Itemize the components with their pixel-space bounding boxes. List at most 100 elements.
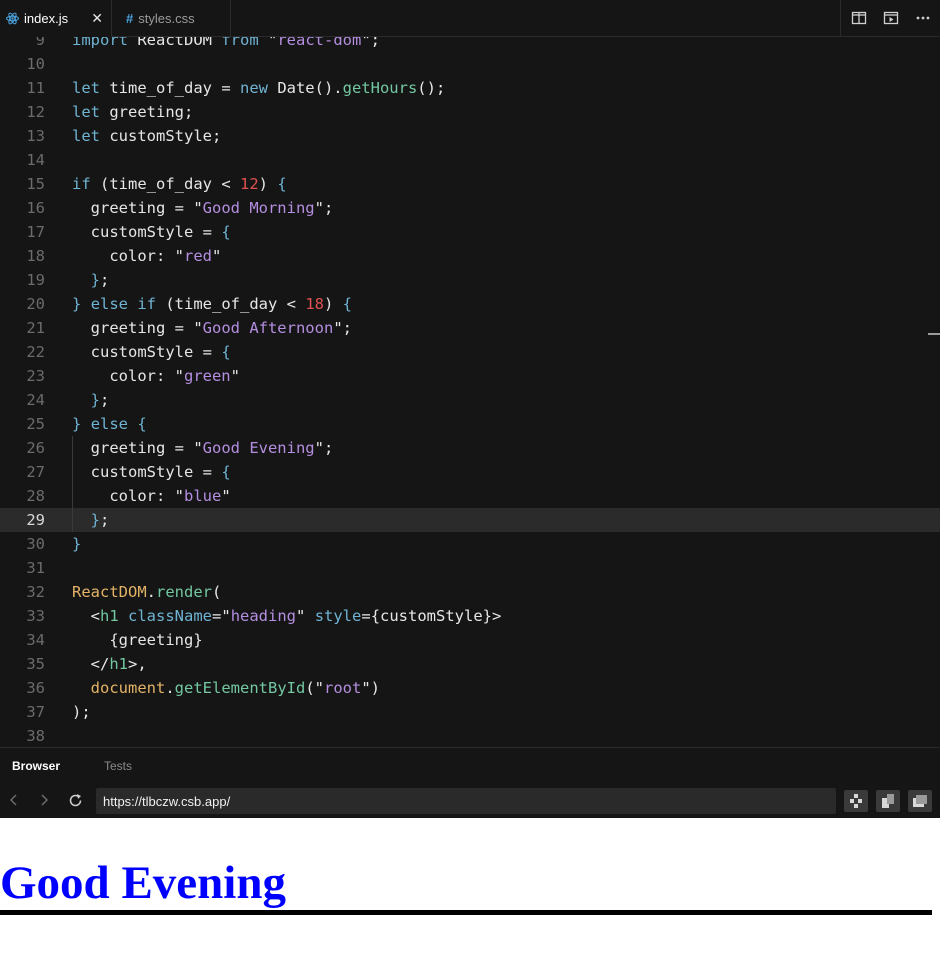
code-line[interactable]: 18 color: "red" xyxy=(0,244,940,268)
code-line[interactable]: 32 ReactDOM.render( xyxy=(0,580,940,604)
code-line[interactable]: 19 }; xyxy=(0,268,940,292)
code-line[interactable]: 16 greeting = "Good Morning"; xyxy=(0,196,940,220)
new-window-icon[interactable] xyxy=(876,790,900,812)
code-line[interactable]: 10 xyxy=(0,52,940,76)
code-text: color: "green" xyxy=(72,364,240,388)
code-token: h1 xyxy=(109,655,128,673)
code-line[interactable]: 25} else { xyxy=(0,412,940,436)
code-line[interactable]: 36 document.getElementById("root") xyxy=(0,676,940,700)
code-token: ; xyxy=(100,511,110,529)
code-line[interactable]: 37); xyxy=(0,700,940,724)
code-line[interactable]: 22 customStyle = { xyxy=(0,340,940,364)
back-icon[interactable] xyxy=(7,793,21,807)
code-line[interactable]: 17 customStyle = { xyxy=(0,220,940,244)
devtools-icon[interactable] xyxy=(844,790,868,812)
code-line[interactable]: 23 color: "green" xyxy=(0,364,940,388)
code-token: Good Morning xyxy=(202,199,315,217)
code-line[interactable]: 33 <h1 className="heading" style={custom… xyxy=(0,604,940,628)
close-icon[interactable]: ✕ xyxy=(91,11,103,25)
code-line[interactable]: 14 xyxy=(0,148,940,172)
code-token: } xyxy=(90,511,101,529)
code-line[interactable]: 29 }; xyxy=(0,508,940,532)
code-token: { xyxy=(342,295,353,313)
code-line[interactable]: 11 let time_of_day = new Date().getHours(… xyxy=(0,76,940,100)
line-number: 32 xyxy=(26,583,45,601)
code-line[interactable]: 27 customStyle = { xyxy=(0,460,940,484)
code-token: greeting; xyxy=(100,103,194,121)
code-token: else if xyxy=(90,295,157,313)
code-line[interactable]: 38 xyxy=(0,724,940,747)
forward-icon[interactable] xyxy=(37,793,51,807)
code-line[interactable]: 12 let greeting; xyxy=(0,100,940,124)
line-number: 12 xyxy=(26,103,45,121)
code-token: (time_of_day < xyxy=(156,295,306,313)
code-line[interactable]: 30} xyxy=(0,532,940,556)
code-line[interactable]: 28 color: "blue" xyxy=(0,484,940,508)
tab-styles-css[interactable]: # styles.css xyxy=(112,0,231,37)
tab-index-js[interactable]: index.js ✕ xyxy=(0,0,112,37)
code-line[interactable]: 24 }; xyxy=(0,388,940,412)
code-editor[interactable]: 9 import ReactDOM from "react-dom"; 10 11 le… xyxy=(0,37,940,747)
code-line[interactable]: 15 if (time_of_day < 12) { xyxy=(0,172,940,196)
code-line[interactable]: 9 import ReactDOM from "react-dom"; xyxy=(0,37,940,52)
browser-toolbar xyxy=(0,783,940,818)
code-text: } else if (time_of_day < 18) { xyxy=(72,292,352,316)
code-token: "; xyxy=(314,439,334,457)
code-line[interactable]: 34 {greeting} xyxy=(0,628,940,652)
code-text: document.getElementById("root") xyxy=(72,676,380,700)
code-token: customStyle; xyxy=(100,127,222,145)
open-in-tab-icon[interactable] xyxy=(908,790,932,812)
split-view-icon[interactable] xyxy=(851,11,867,25)
code-token: { xyxy=(277,175,287,193)
code-token: "; xyxy=(314,199,334,217)
line-number: 20 xyxy=(26,295,45,313)
tab-label: index.js xyxy=(24,11,69,26)
code-line[interactable]: 35 </h1>, xyxy=(0,652,940,676)
line-number: 18 xyxy=(26,247,45,265)
code-token: Date(). xyxy=(267,79,343,97)
code-token: ; xyxy=(100,391,110,409)
code-token: { xyxy=(221,463,231,481)
code-line[interactable]: 26 greeting = "Good Evening"; xyxy=(0,436,940,460)
code-line[interactable]: 20 } else if (time_of_day < 18) { xyxy=(0,292,940,316)
code-line[interactable]: 21 greeting = "Good Afternoon"; xyxy=(0,316,940,340)
code-token: " xyxy=(296,607,315,625)
open-preview-icon[interactable] xyxy=(883,11,899,25)
code-token: {greeting} xyxy=(72,631,203,649)
more-options-icon[interactable] xyxy=(915,11,931,25)
code-text: color: "blue" xyxy=(72,484,230,508)
tab-actions xyxy=(840,0,940,37)
code-token: Good Afternoon xyxy=(202,319,334,337)
line-number: 30 xyxy=(26,535,45,553)
code-token: let xyxy=(72,127,100,145)
url-input[interactable] xyxy=(96,788,836,814)
code-token: } xyxy=(90,271,101,289)
line-number: 9 xyxy=(35,37,45,49)
scrollbar-marker[interactable] xyxy=(928,333,940,335)
code-text: greeting = "Good Evening"; xyxy=(72,436,334,460)
code-token: "; xyxy=(361,37,380,49)
code-token: 18 xyxy=(305,295,324,313)
code-token: from xyxy=(221,37,259,49)
tab-browser[interactable]: Browser xyxy=(12,759,60,773)
code-token: { xyxy=(221,223,231,241)
line-number: 21 xyxy=(26,319,45,337)
line-number: 27 xyxy=(26,463,45,481)
code-token: color: " xyxy=(72,367,184,385)
code-token: ") xyxy=(361,679,380,697)
code-token: (" xyxy=(305,679,324,697)
react-icon xyxy=(6,12,19,25)
code-text: color: "red" xyxy=(72,244,221,268)
line-number: 38 xyxy=(26,727,45,745)
code-line[interactable]: 31 xyxy=(0,556,940,580)
code-token: customStyle = xyxy=(72,343,222,361)
preview-heading: Good Evening xyxy=(0,857,286,909)
tab-tests[interactable]: Tests xyxy=(104,759,132,773)
code-token: } xyxy=(90,391,101,409)
line-number: 16 xyxy=(26,199,45,217)
code-line[interactable]: 13 let customStyle; xyxy=(0,124,940,148)
code-token: . xyxy=(146,583,156,601)
reload-icon[interactable] xyxy=(68,793,82,807)
code-token: " xyxy=(211,247,222,265)
